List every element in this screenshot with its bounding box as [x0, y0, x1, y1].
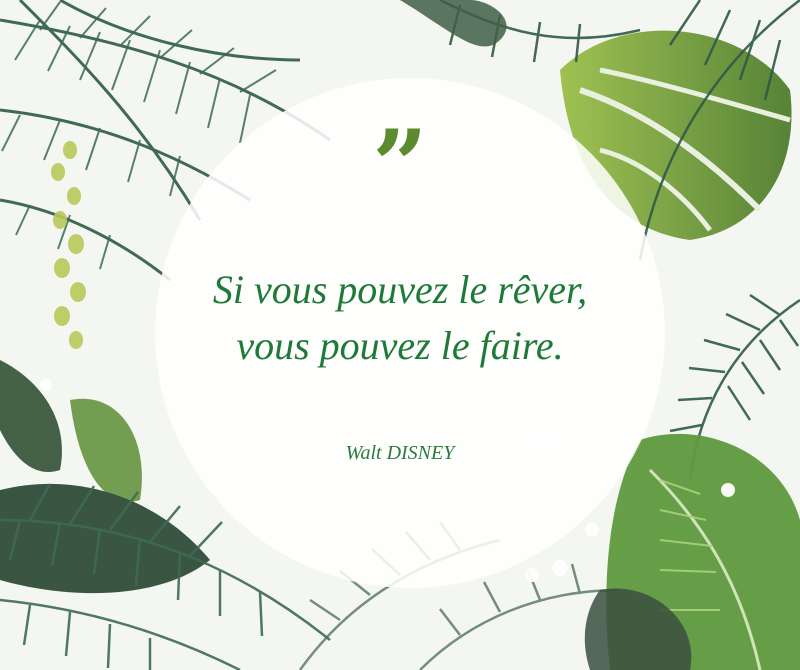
- quote-line-1: Si vous pouvez le rêver,: [212, 267, 588, 312]
- quote-text: Si vous pouvez le rêver, vous pouvez le …: [0, 262, 800, 374]
- quote-author: Walt DISNEY: [345, 442, 455, 464]
- quote-mark-icon: ”: [372, 109, 428, 222]
- dark-leaf-top-center: [400, 0, 507, 47]
- quote-line-2: vous pouvez le faire.: [236, 323, 564, 368]
- quote-card: ” Si vous pouvez le rêver, vous pouvez l…: [0, 0, 800, 670]
